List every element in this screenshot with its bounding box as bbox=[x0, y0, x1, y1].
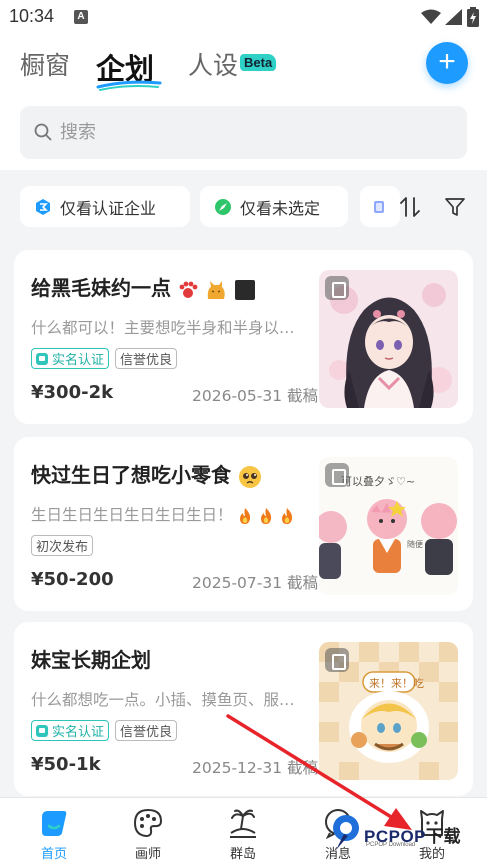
card-description: 什么都可以！主要想吃半身和半身以… bbox=[31, 319, 295, 337]
tag-reputation: 信誉优良 bbox=[115, 720, 178, 741]
black-square-emoji bbox=[234, 279, 255, 300]
status-time: 10:34 bbox=[9, 6, 55, 26]
filter-more-chip[interactable] bbox=[360, 186, 400, 227]
battery-icon bbox=[467, 7, 479, 27]
card-description: 什么都想吃一点。小插、摸鱼页、服… bbox=[31, 691, 295, 709]
card-price: ¥50-200 bbox=[31, 569, 114, 590]
filter-verified-enterprise[interactable]: 仅看认证企业 bbox=[20, 186, 190, 227]
island-icon bbox=[213, 806, 273, 840]
verified-icon bbox=[36, 724, 48, 737]
card-deadline: 2026-05-31 截稿 bbox=[192, 387, 319, 405]
paw-emoji bbox=[179, 281, 198, 298]
card-thumbnail[interactable]: 来！来！吃 bbox=[319, 642, 458, 780]
tag-reputation: 信誉优良 bbox=[115, 348, 178, 369]
active-tab-underline bbox=[96, 80, 162, 91]
card-title-row: 快过生日了想吃小零食 bbox=[31, 459, 262, 489]
filter-unselected[interactable]: 仅看未选定 bbox=[200, 186, 348, 227]
card-title: 快过生日了想吃小零食 bbox=[31, 463, 231, 487]
card-price: ¥50-1k bbox=[31, 754, 101, 775]
project-card[interactable]: 妹宝长期企划 什么都想吃一点。小插、摸鱼页、服… 实名认证 信誉优良 ¥50-1… bbox=[14, 622, 473, 796]
collection-icon bbox=[325, 463, 349, 487]
card-tags: 实名认证 信誉优良 bbox=[31, 720, 178, 741]
watermark-subtext: PCPOP Download bbox=[366, 842, 416, 848]
pleading-face-emoji bbox=[238, 465, 261, 488]
home-icon bbox=[24, 806, 84, 840]
pcpop-watermark: PCPOP下载 PCPOP Download bbox=[330, 808, 480, 858]
nav-artists[interactable]: 画师 bbox=[118, 806, 178, 862]
card-tags: 实名认证 信誉优良 bbox=[31, 348, 178, 369]
nav-label: 群岛 bbox=[229, 847, 256, 862]
card-deadline: 2025-07-31 截稿 bbox=[192, 574, 319, 592]
sort-icon[interactable] bbox=[400, 196, 424, 218]
card-title: 给黑毛妹约一点 bbox=[31, 276, 171, 300]
tag-first-post: 初次发布 bbox=[31, 535, 94, 556]
system-icons bbox=[421, 7, 479, 27]
fire-emoji bbox=[240, 507, 251, 524]
fire-emoji bbox=[282, 507, 293, 524]
tab-characters[interactable]: 人设 bbox=[188, 46, 238, 82]
card-thumbnail[interactable] bbox=[319, 270, 458, 408]
top-header: 橱窗 企划 人设 Beta + bbox=[0, 34, 487, 100]
collection-icon bbox=[325, 276, 349, 300]
funnel-icon[interactable] bbox=[444, 196, 466, 218]
thumbnail-caption: 可以叠夕ゞ♡~ bbox=[341, 475, 415, 488]
card-deadline: 2025-12-31 截稿 bbox=[192, 759, 319, 777]
nav-home[interactable]: 首页 bbox=[24, 806, 84, 862]
enterprise-icon bbox=[34, 198, 52, 216]
search-icon bbox=[34, 123, 52, 141]
add-project-button[interactable]: + bbox=[426, 42, 468, 84]
search-section bbox=[0, 100, 487, 170]
nav-label: 首页 bbox=[40, 847, 67, 862]
chip-label: 仅看未选定 bbox=[240, 198, 321, 218]
notification-badge: A bbox=[74, 10, 88, 24]
nav-islands[interactable]: 群岛 bbox=[213, 806, 273, 862]
wifi-icon bbox=[421, 9, 441, 24]
card-description: 生日生日生日生日生日生日！ bbox=[31, 506, 233, 524]
chip-label: 仅看认证企业 bbox=[60, 198, 157, 218]
beta-badge: Beta bbox=[240, 54, 277, 71]
nav-label: 画师 bbox=[134, 847, 161, 862]
palette-icon bbox=[118, 806, 178, 840]
verified-icon bbox=[36, 352, 48, 365]
tag-verified: 实名认证 bbox=[31, 720, 110, 741]
status-bar: 10:34 A bbox=[0, 0, 487, 34]
collection-icon bbox=[325, 648, 349, 672]
card-title-row: 给黑毛妹约一点 bbox=[31, 272, 256, 301]
signal-icon bbox=[445, 9, 462, 25]
cat-emoji bbox=[207, 280, 225, 299]
thumbnail-caption: 来！来！吃 bbox=[369, 677, 424, 690]
search-bar[interactable] bbox=[20, 106, 467, 159]
card-tags: 初次发布 bbox=[31, 535, 94, 556]
card-description-row: 生日生日生日生日生日生日！ bbox=[31, 503, 306, 525]
filter-bar: 仅看认证企业 仅看未选定 bbox=[0, 180, 487, 234]
compass-icon bbox=[214, 198, 232, 216]
project-card[interactable]: 快过生日了想吃小零食 生日生日生日生日生日生日！ 初次发布 ¥50-200 20… bbox=[14, 437, 473, 611]
pcpop-logo-icon bbox=[333, 815, 359, 850]
card-price: ¥300-2k bbox=[31, 382, 114, 403]
tab-showcase[interactable]: 橱窗 bbox=[20, 46, 70, 82]
svg-text:随便: 随便 bbox=[407, 539, 423, 549]
card-thumbnail[interactable]: 可以叠夕ゞ♡~ 随便 bbox=[319, 457, 458, 595]
chip-partial-icon bbox=[374, 200, 384, 213]
card-title: 妹宝长期企划 bbox=[31, 648, 151, 672]
tag-verified: 实名认证 bbox=[31, 348, 110, 369]
project-card[interactable]: 给黑毛妹约一点 什么都可以！主要想吃半身和半身以… 实名认证 信誉优良 ¥300… bbox=[14, 250, 473, 424]
fire-emoji bbox=[261, 507, 272, 524]
search-input[interactable] bbox=[60, 116, 440, 149]
